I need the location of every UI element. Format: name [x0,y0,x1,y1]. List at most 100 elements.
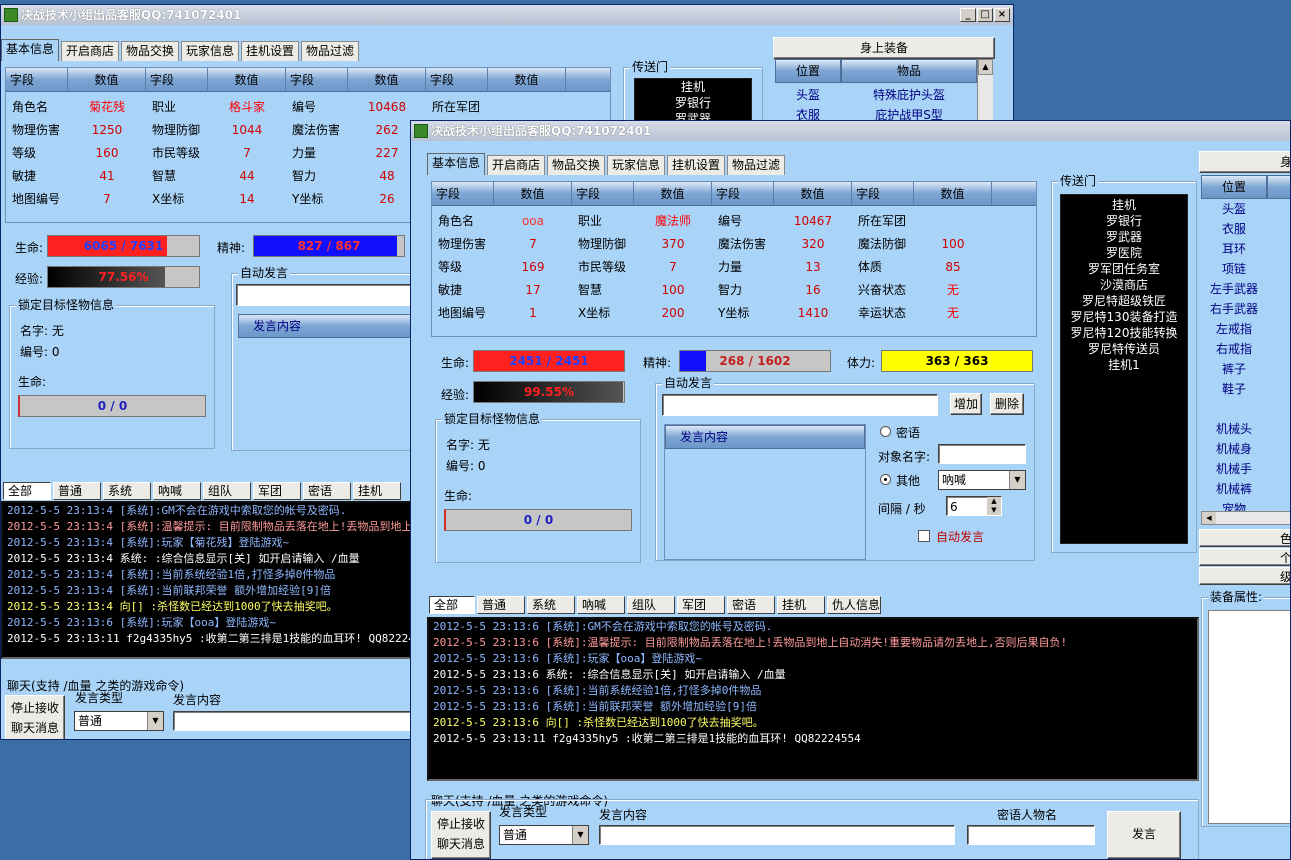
target-name-input[interactable] [938,444,1026,464]
chat-tab[interactable]: 组队 [203,482,251,500]
front-teleport-title: 传送门 [1058,174,1099,188]
back-teleport-item[interactable]: 罗银行 [635,95,751,111]
auto-speech-checkbox[interactable] [918,530,930,542]
stat-value: 14 [239,192,255,206]
front-stamina-label: 体力: [847,356,876,370]
front-teleport-list[interactable]: 挂机 罗银行 罗武器 罗医院 罗军团任务室 沙漠商店 罗尼特超级铁匠 罗尼特130装备打造 罗尼… [1060,194,1188,544]
teleport-item[interactable]: 罗武器 [1061,229,1187,245]
log-line: 2012-5-5 23:13:6 [系统]:温馨提示: 目前限制物品丢落在地上!… [433,636,1068,649]
chevron-down-icon[interactable]: ▼ [147,712,163,730]
teleport-item[interactable]: 挂机 [1061,197,1187,213]
front-target-name: 名字: 无 [446,438,490,452]
teleport-item[interactable]: 罗军团任务室 [1061,261,1187,277]
front-equipment-title[interactable]: 身 [1199,151,1290,173]
teleport-item[interactable]: 罗尼特130装备打造 [1061,309,1187,325]
log-line: 2012-5-5 23:13:4 向[] :杀怪数已经达到1000了快去抽奖吧。 [7,600,338,613]
front-content-input[interactable] [599,825,955,845]
back-tab-player[interactable]: 玩家信息 [181,41,239,61]
back-tab-basic[interactable]: 基本信息 [1,39,59,61]
back-spirit-value: 827 / 867 [297,239,361,253]
add-button[interactable]: 增加 [950,393,982,415]
front-exp-label: 经验: [441,388,470,402]
chat-tab[interactable]: 挂机 [777,596,825,614]
stat-value: 10468 [367,100,407,114]
stat-field: 物理防御 [152,123,201,137]
back-tab-filter[interactable]: 物品过滤 [301,41,359,61]
front-secret-name-input[interactable] [967,825,1095,845]
front-stop-receive-button[interactable]: 停止接收 聊天消息 [431,811,491,859]
chevron-down-icon[interactable]: ▼ [1009,471,1025,489]
chat-tab[interactable]: 普通 [53,482,101,500]
other-label: 其他 [896,474,921,488]
front-type-select[interactable]: 普通 ▼ [499,825,589,845]
back-tab-trade[interactable]: 物品交换 [121,41,179,61]
front-tab-player[interactable]: 玩家信息 [607,155,665,175]
back-eq-scrollbar[interactable]: ▲ [977,59,993,121]
spin-arrows-icon[interactable]: ▲ ▼ [987,497,1001,515]
log-line: 2012-5-5 23:13:6 [系统]:当前联邦荣誉 额外增加经验[9]倍 [433,700,757,713]
back-tab-hangup[interactable]: 挂机设置 [241,41,299,61]
chat-tab[interactable]: 组队 [627,596,675,614]
front-eq-hscroll[interactable]: ◀ [1201,511,1290,525]
teleport-item[interactable]: 挂机1 [1061,357,1187,373]
send-button[interactable]: 发言 [1107,811,1181,859]
minimize-icon[interactable]: _ [960,8,976,22]
back-tab-shop[interactable]: 开启商店 [61,41,119,61]
scroll-left-icon[interactable]: ◀ [1202,512,1216,524]
stat-field: 魔法防御 [858,237,907,251]
teleport-item[interactable]: 罗尼特超级铁匠 [1061,293,1187,309]
front-tab-basic[interactable]: 基本信息 [427,153,485,175]
chat-tab[interactable]: 密语 [727,596,775,614]
back-stop-receive-button[interactable]: 停止接收 聊天消息 [5,695,65,739]
back-equipment-title[interactable]: 身上装备 [773,37,995,59]
chat-tab[interactable]: 全部 [429,596,475,614]
front-tab-trade[interactable]: 物品交换 [547,155,605,175]
front-tab-filter[interactable]: 物品过滤 [727,155,785,175]
chat-tab[interactable]: 军团 [253,482,301,500]
delete-button[interactable]: 删除 [990,393,1024,415]
chat-tab[interactable]: 系统 [103,482,151,500]
other-select-value: 吶喊 [942,473,967,487]
chat-tab[interactable]: 仇人信息 [827,596,881,614]
back-auto-input[interactable] [236,284,414,306]
interval-input[interactable]: 6 ▲ ▼ [946,496,1002,516]
chat-tab[interactable]: 密语 [303,482,351,500]
front-spirit-fill [680,351,706,371]
back-life-value: 6065 / 7631 [83,239,164,253]
log-line: 2012-5-5 23:13:6 [系统]:玩家【ooa】登陆游戏~ [433,652,702,665]
other-select[interactable]: 吶喊 ▼ [938,470,1026,490]
front-side-button[interactable]: 色 [1199,529,1290,547]
chat-tab[interactable]: 全部 [3,482,51,500]
maximize-icon[interactable]: □ [977,8,993,22]
log-line: 2012-5-5 23:13:4 [系统]:GM不会在游戏中索取您的帐号及密码. [7,504,347,517]
close-icon[interactable]: × [994,8,1010,22]
front-tab-shop[interactable]: 开启商店 [487,155,545,175]
back-type-select[interactable]: 普通 ▼ [74,711,164,731]
chevron-down-icon[interactable]: ▼ [572,826,588,844]
back-teleport-item[interactable]: 挂机 [635,79,751,95]
scroll-up-icon[interactable]: ▲ [978,59,993,75]
chat-tab[interactable]: 普通 [477,596,525,614]
chat-tab[interactable]: 军团 [677,596,725,614]
teleport-item[interactable]: 沙漠商店 [1061,277,1187,293]
front-side-button[interactable]: 个 [1199,548,1290,566]
back-content-input[interactable] [173,711,413,731]
front-auto-list[interactable]: 发言内容 [664,424,866,560]
secret-radio[interactable] [880,426,891,437]
chat-tab[interactable]: 吶喊 [577,596,625,614]
front-side-button[interactable]: 级 [1199,567,1290,585]
target-name-label: 对象名字: [878,450,931,464]
teleport-item[interactable]: 罗尼特120技能转换 [1061,325,1187,341]
chat-tab[interactable]: 挂机 [353,482,401,500]
chat-tab[interactable]: 系统 [527,596,575,614]
other-radio[interactable] [880,474,891,485]
stat-value: 200 [661,306,685,320]
stat-field: 智力 [292,169,317,183]
front-tab-hangup[interactable]: 挂机设置 [667,155,725,175]
teleport-item[interactable]: 罗尼特传送员 [1061,341,1187,357]
teleport-item[interactable]: 罗银行 [1061,213,1187,229]
teleport-item[interactable]: 罗医院 [1061,245,1187,261]
front-auto-input[interactable] [662,394,938,416]
chat-tab[interactable]: 吶喊 [153,482,201,500]
back-auto-content-header: 发言内容 [238,314,416,338]
